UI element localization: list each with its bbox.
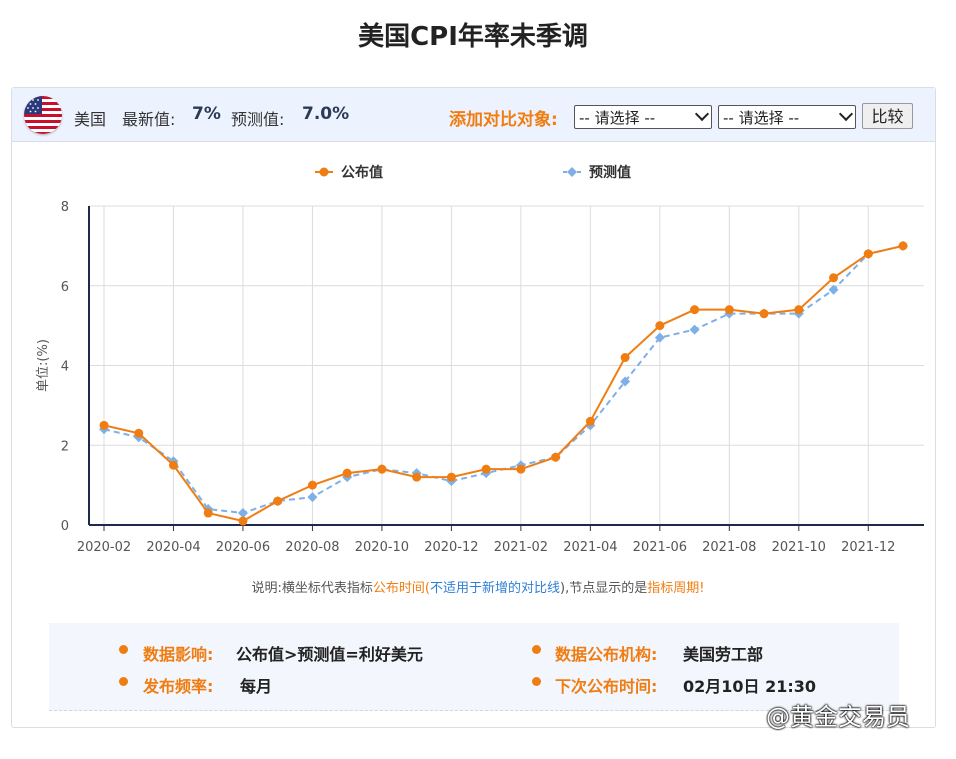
y-tick-label: 8: [61, 200, 69, 215]
x-tick-label: 2021-02: [494, 540, 548, 555]
note-text-1: 说明:横坐标代表指标: [251, 581, 373, 596]
y-axis-label: 单位:(%): [36, 339, 51, 392]
note-not-applicable: 不适用于新增的对比线: [430, 581, 561, 596]
data-point-actual: [794, 305, 804, 315]
data-point-actual: [203, 508, 213, 518]
data-point-actual: [307, 480, 317, 490]
publisher-label: 数据公布机构:: [555, 645, 658, 664]
x-tick-label: 2020-10: [355, 540, 409, 555]
data-point-actual: [273, 496, 283, 506]
note-text-2: ),节点显示的是: [560, 581, 648, 596]
data-point-actual: [168, 460, 178, 470]
data-point-actual: [585, 416, 595, 426]
x-tick-label: 2021-08: [702, 540, 756, 555]
bullet-icon: [119, 677, 128, 686]
x-tick-label: 2021-10: [772, 540, 826, 555]
frequency-value: 每月: [240, 677, 273, 696]
data-point-actual: [551, 452, 561, 462]
data-point-actual: [412, 472, 422, 482]
y-tick-label: 2: [61, 439, 69, 454]
series-line-actual: [103, 244, 904, 523]
data-point-actual: [99, 420, 109, 430]
watermark-text: @黄金交易员: [766, 703, 910, 731]
bullet-icon: [532, 677, 541, 686]
data-point-actual: [516, 464, 526, 474]
next-release-value: 02月10日 21:30: [683, 677, 817, 696]
x-tick-label: 2020-02: [77, 540, 131, 555]
data-point-actual: [620, 353, 630, 363]
bullet-icon: [119, 645, 128, 654]
y-tick-label: 6: [61, 280, 69, 295]
x-tick-label: 2021-06: [633, 540, 687, 555]
bullet-icon: [532, 645, 541, 654]
legend-label: 预测值: [589, 164, 631, 181]
data-point-forecast: [689, 324, 700, 335]
y-tick-label: 4: [61, 360, 69, 375]
data-point-forecast: [307, 492, 318, 503]
data-point-actual: [863, 249, 873, 259]
data-point-actual: [377, 464, 387, 474]
data-point-actual: [481, 464, 491, 474]
data-point-actual: [446, 472, 456, 482]
data-point-actual: [690, 305, 700, 315]
publisher-value: 美国劳工部: [683, 645, 764, 664]
x-tick-label: 2020-04: [146, 540, 200, 555]
impact-label: 数据影响:: [143, 645, 214, 664]
data-point-actual: [724, 305, 734, 315]
frequency-label: 发布频率:: [143, 677, 214, 696]
x-tick-label: 2020-12: [424, 540, 478, 555]
data-point-actual: [898, 241, 908, 251]
data-point-actual: [829, 273, 839, 283]
next-release-label: 下次公布时间:: [555, 677, 658, 696]
y-tick-label: 0: [61, 519, 69, 534]
legend-label: 公布值: [341, 164, 383, 181]
chart-note: 说明:横坐标代表指标公布时间(不适用于新增的对比线),节点显示的是指标周期!: [0, 577, 956, 596]
x-tick-label: 2021-12: [841, 540, 895, 555]
note-indicator-period: 指标周期: [647, 581, 700, 596]
legend-marker: [319, 167, 329, 177]
note-exclaim: !: [699, 581, 705, 596]
data-point-actual: [134, 428, 144, 438]
note-publish-time: 公布时间: [372, 581, 425, 596]
data-point-actual: [342, 468, 352, 478]
data-point-actual: [655, 321, 665, 331]
data-point-actual: [238, 516, 248, 526]
x-tick-label: 2020-06: [216, 540, 270, 555]
x-tick-label: 2020-08: [285, 540, 339, 555]
legend-marker: [567, 167, 577, 177]
cpi-line-chart: 0 2 4 6 8 2020-02 2020-04 2020-06 2020-08 2020-10…: [36, 164, 924, 555]
x-tick-label: 2021-04: [563, 540, 617, 555]
impact-value: 公布值>预测值=利好美元: [236, 645, 423, 664]
data-point-actual: [759, 309, 769, 319]
